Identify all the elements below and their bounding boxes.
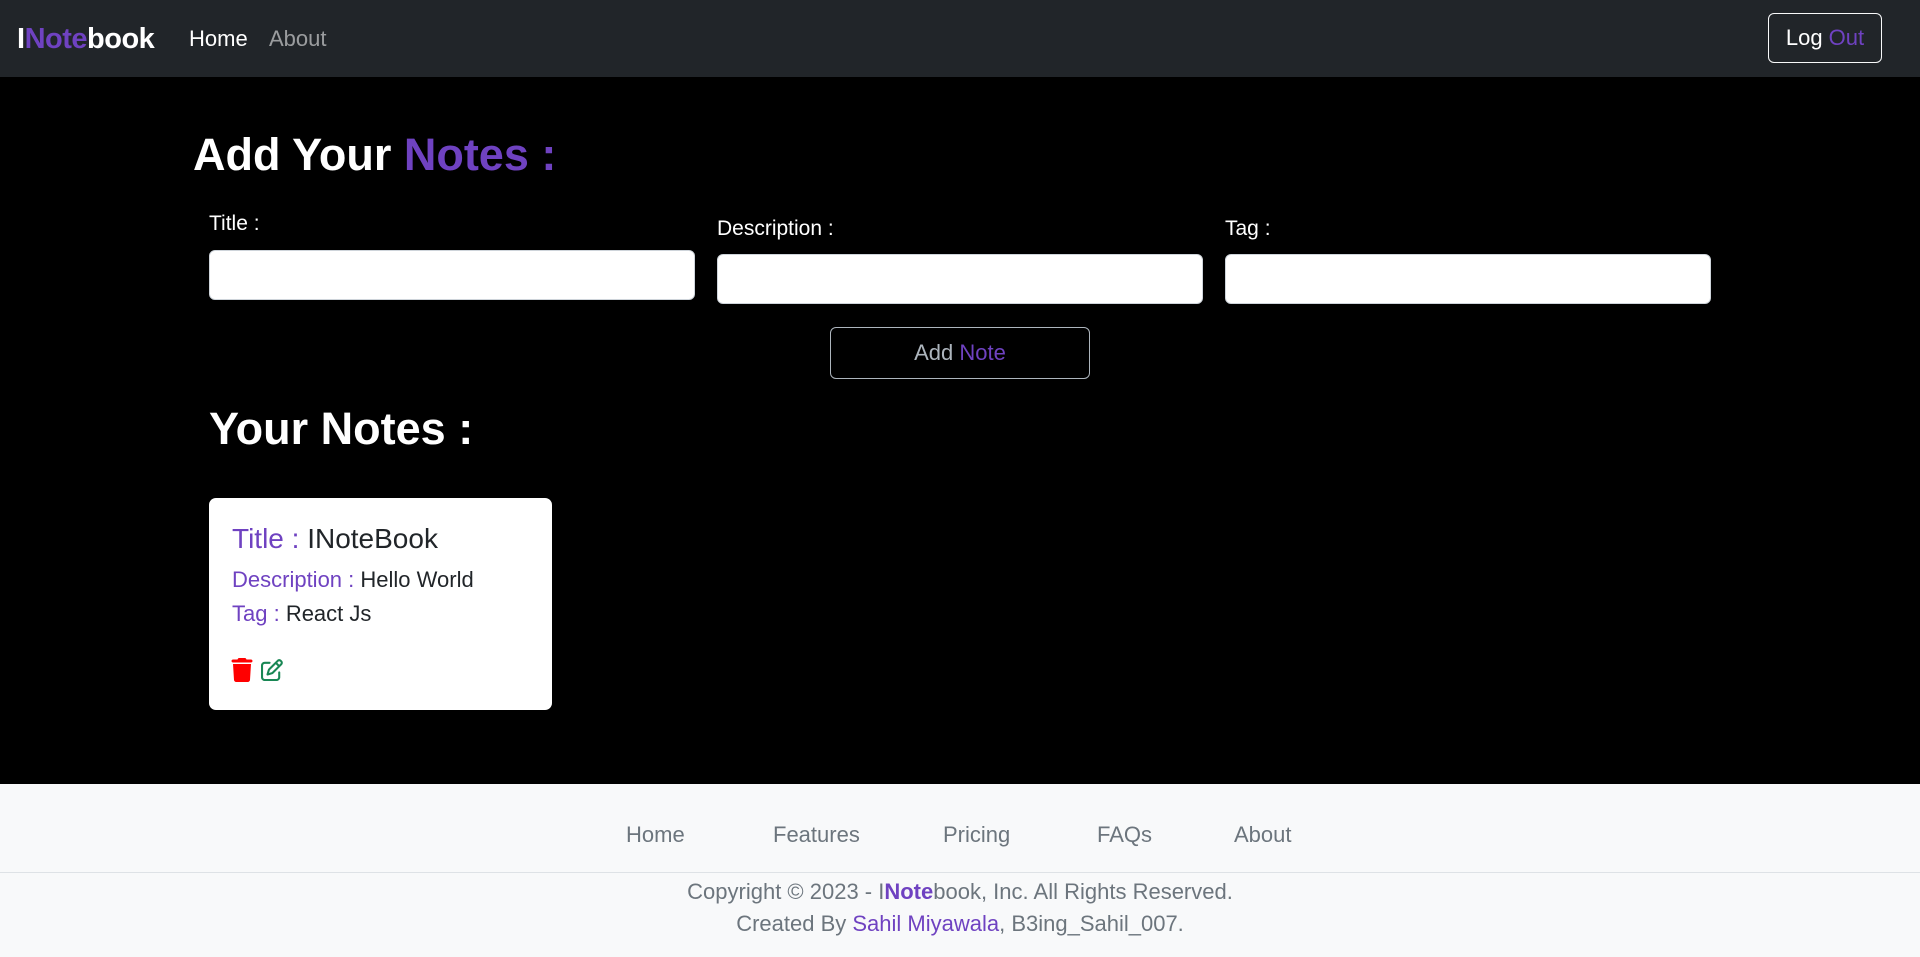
footer-link-home[interactable]: Home xyxy=(626,821,685,849)
footer-link-features[interactable]: Features xyxy=(773,821,860,849)
footer: Home Features Pricing FAQs About Copyrig… xyxy=(0,784,1920,957)
add-notes-heading: Add Your Notes : xyxy=(193,128,556,182)
brand-part-3: book xyxy=(87,23,155,55)
credit-suffix: , B3ing_Sahil_007. xyxy=(999,911,1184,936)
footer-link-faqs[interactable]: FAQs xyxy=(1097,821,1152,849)
note-title-label: Title : xyxy=(232,523,308,554)
add-note-label-part-1: Add xyxy=(914,340,960,365)
trash-icon[interactable] xyxy=(231,658,253,682)
logout-label-part-1: Log xyxy=(1785,25,1829,50)
nav-link-about[interactable]: About xyxy=(269,26,327,52)
your-notes-heading: Your Notes : xyxy=(209,403,474,454)
brand-logo[interactable]: INotebook xyxy=(17,22,155,56)
note-title-value: INoteBook xyxy=(307,523,438,554)
note-description-value: Hello World xyxy=(360,567,474,592)
title-label: Title : xyxy=(209,212,260,235)
nav-link-home[interactable]: Home xyxy=(189,26,248,52)
copyright-brand-accent: Note xyxy=(884,879,934,904)
logout-label-part-2: Out xyxy=(1828,25,1865,50)
edit-icon[interactable] xyxy=(261,658,283,682)
credit-text: Created By Sahil Miyawala, B3ing_Sahil_0… xyxy=(0,910,1920,938)
note-tag-label: Tag : xyxy=(232,601,286,626)
add-note-button[interactable]: Add Note xyxy=(830,327,1090,379)
note-tag: Tag : React Js xyxy=(232,600,371,628)
author-link[interactable]: Sahil Miyawala xyxy=(852,911,999,936)
footer-link-about[interactable]: About xyxy=(1234,821,1292,849)
note-description-label: Description : xyxy=(232,567,361,592)
note-card: Title : INoteBook Description : Hello Wo… xyxy=(209,498,552,710)
description-label: Description : xyxy=(717,217,834,240)
copyright-text: Copyright © 2023 - INotebook, Inc. All R… xyxy=(0,878,1920,906)
copyright-prefix: Copyright © 2023 - I xyxy=(687,879,885,904)
add-note-label-part-2: Note xyxy=(959,340,1006,365)
logout-button[interactable]: Log Out xyxy=(1768,13,1882,63)
add-heading-part-1: Add Your xyxy=(193,129,404,180)
note-description: Description : Hello World xyxy=(232,566,474,594)
title-input[interactable] xyxy=(209,250,695,300)
note-tag-value: React Js xyxy=(285,601,372,626)
credit-prefix: Created By xyxy=(736,911,853,936)
brand-part-1: I xyxy=(17,23,25,55)
footer-divider xyxy=(0,872,1920,873)
brand-part-2: Note xyxy=(24,23,88,55)
tag-label: Tag : xyxy=(1225,217,1271,240)
add-heading-part-2: Notes : xyxy=(403,129,557,180)
footer-link-pricing[interactable]: Pricing xyxy=(943,821,1010,849)
tag-input[interactable] xyxy=(1225,254,1711,304)
copyright-suffix: book, Inc. All Rights Reserved. xyxy=(933,879,1233,904)
note-title: Title : INoteBook xyxy=(232,522,438,556)
description-input[interactable] xyxy=(717,254,1203,304)
navbar: INotebook Home About Log Out xyxy=(0,0,1920,77)
